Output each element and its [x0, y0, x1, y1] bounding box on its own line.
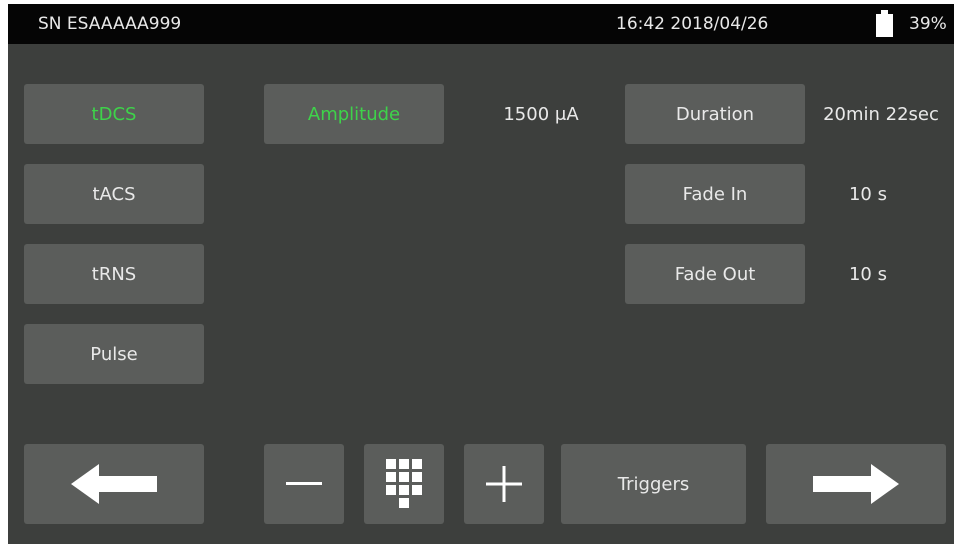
amplitude-button[interactable]: Amplitude: [264, 84, 444, 144]
arrow-right-icon: [813, 464, 899, 504]
battery-icon: [876, 10, 893, 37]
decrease-button[interactable]: [264, 444, 344, 524]
fade-out-button[interactable]: Fade Out: [625, 244, 805, 304]
amplitude-value: 1500 μA: [503, 103, 579, 125]
plus-icon: [486, 466, 522, 502]
mode-button-pulse[interactable]: Pulse: [24, 324, 204, 384]
keypad-button[interactable]: [364, 444, 444, 524]
mode-button-tdcs[interactable]: tDCS: [24, 84, 204, 144]
fade-in-value: 10 s: [848, 183, 887, 205]
device-screen: SN ESAAAAA999 16:42 2018/04/26 39% tDCS …: [8, 4, 954, 544]
keypad-icon: [386, 459, 422, 509]
duration-button[interactable]: Duration: [625, 84, 805, 144]
status-bar: SN ESAAAAA999 16:42 2018/04/26 39%: [8, 4, 954, 44]
next-button[interactable]: [766, 444, 946, 524]
fade-in-button[interactable]: Fade In: [625, 164, 805, 224]
fade-out-value: 10 s: [848, 263, 887, 285]
duration-value: 20min 22sec: [823, 103, 939, 125]
battery-percent: 39%: [909, 14, 947, 34]
mode-button-trns[interactable]: tRNS: [24, 244, 204, 304]
serial-number: SN ESAAAAA999: [38, 14, 182, 34]
minus-icon: [286, 482, 322, 486]
mode-button-tacs[interactable]: tACS: [24, 164, 204, 224]
triggers-button[interactable]: Triggers: [561, 444, 746, 524]
increase-button[interactable]: [464, 444, 544, 524]
arrow-left-icon: [71, 464, 157, 504]
back-button[interactable]: [24, 444, 204, 524]
date-time: 16:42 2018/04/26: [616, 14, 769, 34]
